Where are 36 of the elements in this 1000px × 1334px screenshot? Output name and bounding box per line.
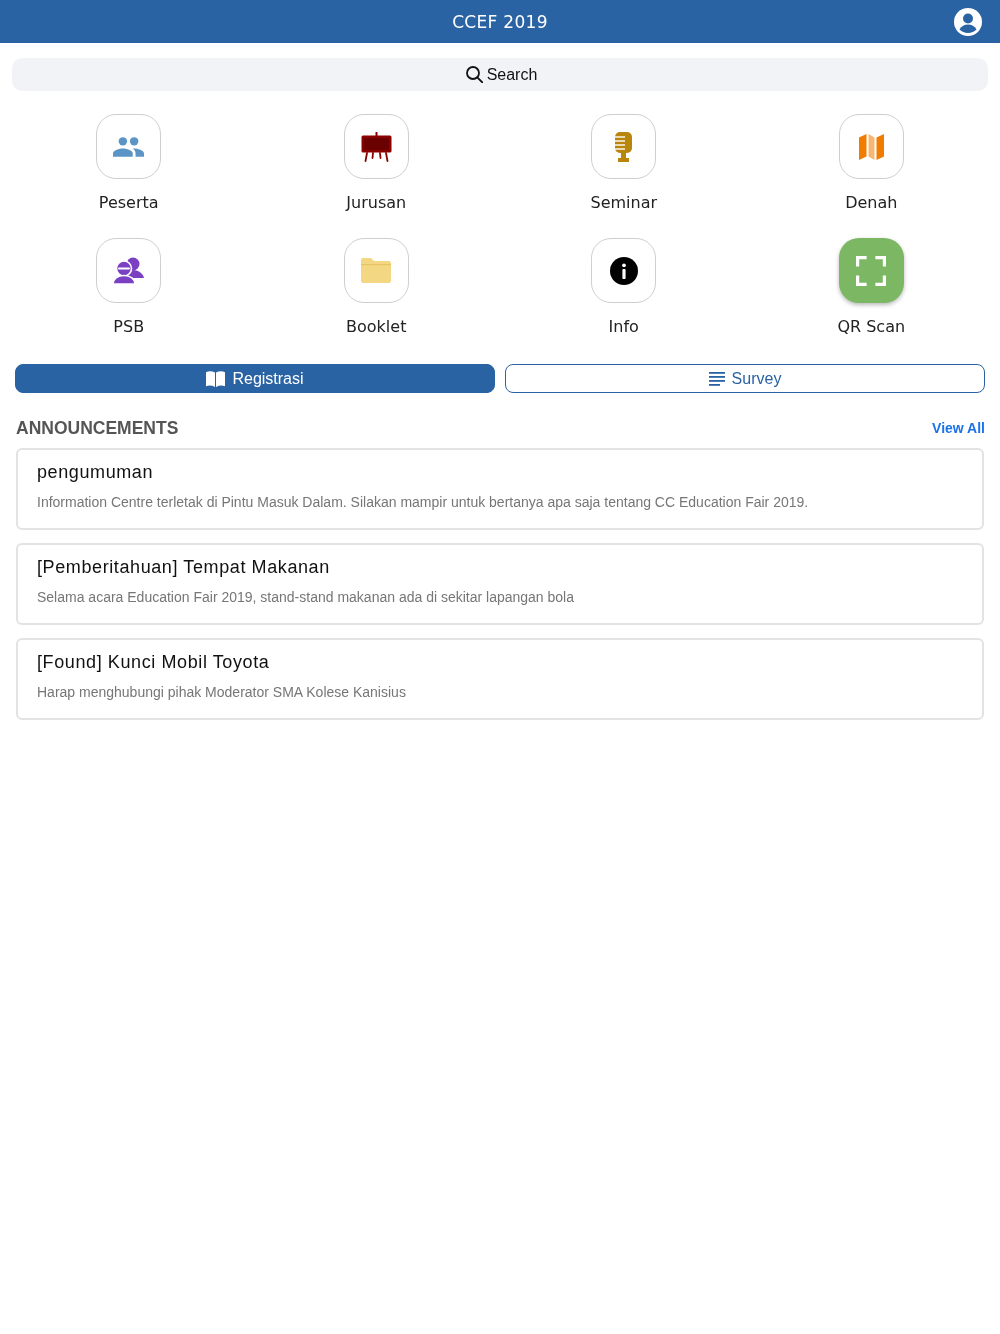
shortcut-label: Peserta — [98, 192, 159, 214]
shortcut-tile[interactable] — [96, 114, 162, 179]
shortcut-tile[interactable] — [343, 114, 409, 179]
shortcut-tile[interactable] — [591, 114, 657, 179]
shortcut-label: Jurusan — [346, 192, 407, 214]
shortcut-tile[interactable] — [838, 114, 904, 179]
announcement-title: pengumuman — [37, 461, 154, 483]
announcement-body: Selama acara Education Fair 2019, stand-stand makanan ada di sekitar lapangan bola — [37, 588, 574, 607]
app-title: CCEF 2019 — [452, 11, 548, 32]
search-field[interactable]: Search — [12, 58, 988, 91]
announcement-card[interactable]: [Found] Kunci Mobil Toyota Harap menghubungi pihak Moderator SMA Kolese Kanisius — [16, 638, 984, 720]
view-all-link[interactable]: View All — [932, 420, 985, 436]
action-button[interactable]: Registrasi — [15, 364, 495, 393]
announcement-title: [Found] Kunci Mobil Toyota — [37, 651, 270, 673]
announcement-body: Harap menghubungi pihak Moderator SMA Kolese Kanisius — [37, 683, 406, 702]
shortcut-tile[interactable] — [343, 238, 409, 303]
section-heading: ANNOUNCEMENTS — [16, 417, 179, 439]
shortcut-tile[interactable] — [591, 238, 657, 303]
shortcut-label: Info — [608, 316, 639, 338]
announcement-body: Information Centre terletak di Pintu Masuk Dalam. Silakan mampir untuk bertanya apa saja tentang CC Education Fair 2019. — [37, 493, 809, 512]
shortcut-label: PSB — [113, 316, 145, 338]
shortcut-tile[interactable] — [96, 238, 162, 303]
shortcut-label: Denah — [845, 192, 898, 214]
shortcut-tile[interactable] — [838, 238, 904, 303]
profile-icon[interactable] — [954, 7, 982, 36]
announcement-card[interactable]: [Pemberitahuan] Tempat Makanan Selama acara Education Fair 2019, stand-stand makanan ada di sekitar lapangan bola — [16, 543, 984, 625]
action-button[interactable]: Survey — [505, 364, 985, 393]
announcement-title: [Pemberitahuan] Tempat Makanan — [37, 556, 330, 578]
scan-frame-icon — [856, 255, 887, 286]
list-icon — [708, 371, 725, 386]
shortcut-label: QR Scan — [837, 316, 906, 338]
search-icon — [466, 66, 483, 83]
announcement-card[interactable]: pengumuman Information Centre terletak di Pintu Masuk Dalam. Silakan mampir untuk bertanya apa saja tentang CC Education Fair 2019. — [16, 448, 984, 530]
shortcut-label: Seminar — [590, 192, 658, 214]
book-icon — [206, 370, 226, 387]
shortcut-label: Booklet — [346, 316, 407, 338]
